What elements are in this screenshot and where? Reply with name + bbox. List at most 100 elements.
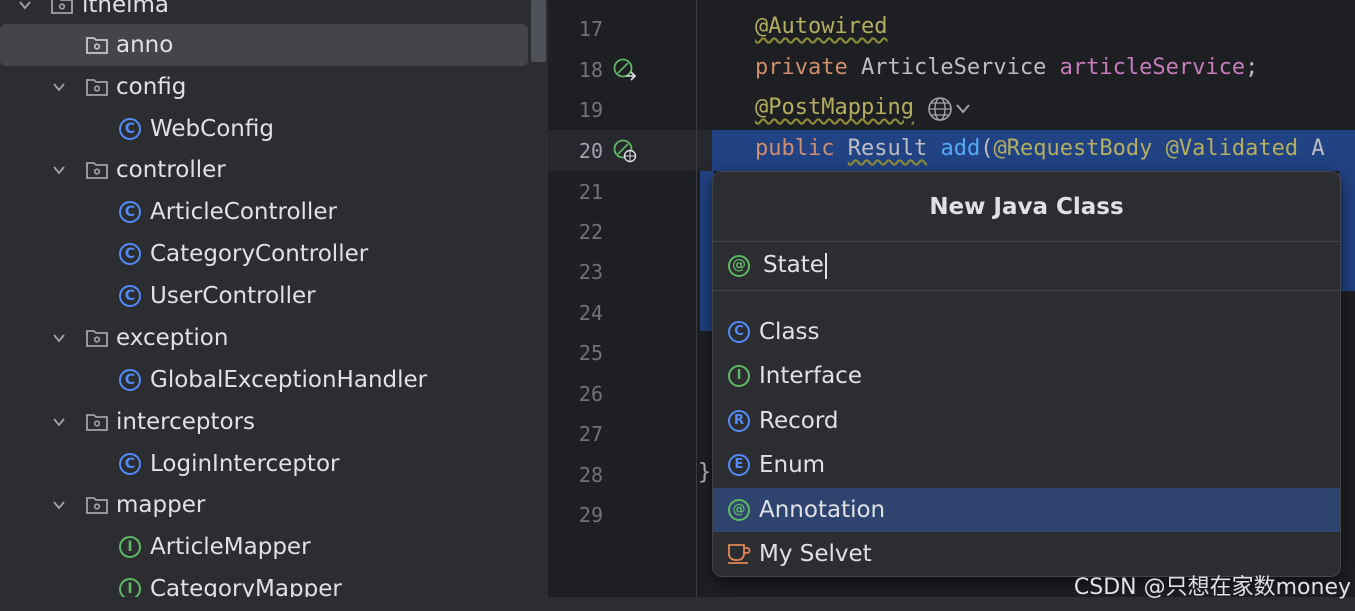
option-annotation[interactable]: @ Annotation <box>713 488 1340 532</box>
tree-item-categorycontroller[interactable]: C CategoryController <box>0 233 528 275</box>
endpoint-icon[interactable] <box>612 138 638 164</box>
dialog-title: New Java Class <box>929 194 1124 220</box>
class-icon: C <box>119 118 141 140</box>
chevron-down-icon[interactable] <box>18 0 32 12</box>
tree-item-label: config <box>116 74 187 100</box>
tree-item-label: ArticleMapper <box>150 534 311 560</box>
package-icon <box>85 410 109 434</box>
input-value: State <box>763 252 824 278</box>
tree-item-controller[interactable]: controller <box>0 149 528 191</box>
tree-item-label: mapper <box>116 492 206 518</box>
line-number-current: 20 <box>578 139 603 163</box>
code-token: public <box>755 136 835 161</box>
package-icon <box>85 493 109 517</box>
class-icon: C <box>119 201 141 223</box>
code-line-19[interactable]: @PostMapping <box>755 95 914 120</box>
tree-item-label: interceptors <box>116 409 256 435</box>
code-token: articleService <box>1059 55 1246 80</box>
tree-item-mapper[interactable]: mapper <box>0 484 528 526</box>
servlet-cup-icon <box>726 542 752 566</box>
option-record[interactable]: R Record <box>713 399 1340 443</box>
tree-item-label: exception <box>116 325 229 351</box>
text-caret <box>824 252 827 279</box>
option-label: Record <box>759 408 839 434</box>
tree-item-webconfig[interactable]: C WebConfig <box>0 108 528 150</box>
gutter-divider <box>696 0 697 611</box>
tree-item-itheima[interactable]: itheima <box>0 0 528 26</box>
text-selection <box>1339 171 1355 291</box>
option-label: My Selvet <box>759 541 872 567</box>
class-name-input[interactable]: State <box>763 252 827 279</box>
tree-item-label: anno <box>116 32 174 58</box>
record-icon: R <box>728 410 750 432</box>
package-icon <box>85 33 109 57</box>
line-number: 24 <box>578 301 603 325</box>
option-class[interactable]: C Class <box>713 310 1340 354</box>
line-number: 23 <box>578 260 603 284</box>
line-number: 21 <box>578 180 603 204</box>
code-token: @PostMapping <box>755 95 914 120</box>
tree-item-exception[interactable]: exception <box>0 317 528 359</box>
tree-item-config[interactable]: config <box>0 66 528 108</box>
class-icon: C <box>119 453 141 475</box>
chevron-down-icon[interactable] <box>52 331 66 345</box>
code-line-20[interactable]: public Result add(@RequestBody @Validate… <box>755 136 1325 161</box>
tree-item-globalexceptionhandler[interactable]: C GlobalExceptionHandler <box>0 359 528 401</box>
chevron-down-icon[interactable] <box>52 415 66 429</box>
line-number: 19 <box>578 98 603 122</box>
code-token: @Validated <box>1165 136 1299 161</box>
tree-item-label: LoginInterceptor <box>150 451 340 477</box>
option-label: Class <box>759 319 820 345</box>
new-java-class-dialog[interactable]: New Java Class @ State C Class I Interfa… <box>712 171 1341 577</box>
tree-item-articlecontroller[interactable]: C ArticleController <box>0 191 528 233</box>
enum-icon: E <box>728 454 750 476</box>
tree-item-usercontroller[interactable]: C UserController <box>0 275 528 317</box>
tree-item-logininterceptor[interactable]: C LoginInterceptor <box>0 443 528 485</box>
bean-navigation-icon[interactable] <box>612 57 638 83</box>
option-label: Enum <box>759 452 826 478</box>
chevron-down-icon[interactable] <box>52 80 66 94</box>
tree-item-label: ArticleController <box>150 199 337 225</box>
code-token: A <box>1298 136 1325 161</box>
line-number: 29 <box>578 503 603 527</box>
package-icon <box>85 158 109 182</box>
code-token: ArticleService <box>847 55 1060 80</box>
option-label: Interface <box>759 363 862 389</box>
interface-icon: I <box>728 365 750 387</box>
option-enum[interactable]: E Enum <box>713 443 1340 487</box>
code-token: ( <box>980 136 994 161</box>
option-interface[interactable]: I Interface <box>713 354 1340 398</box>
tree-item-anno[interactable]: anno <box>0 24 528 66</box>
code-token: ; <box>1245 55 1259 80</box>
line-number: 18 <box>578 58 603 82</box>
package-icon <box>50 0 74 17</box>
code-line-18[interactable]: private ArticleService articleService; <box>755 55 1258 80</box>
class-name-input-row[interactable]: @ State <box>713 242 1340 290</box>
globe-icon[interactable] <box>926 95 974 123</box>
class-icon: C <box>728 321 750 343</box>
tree-item-interceptors[interactable]: interceptors <box>0 401 528 443</box>
chevron-down-icon[interactable] <box>52 498 66 512</box>
tree-item-label: UserController <box>150 283 316 309</box>
code-token: Result <box>847 136 928 161</box>
code-line-17[interactable]: @Autowired <box>755 14 887 39</box>
project-tree[interactable]: itheima anno config C WebConfig controll… <box>0 0 548 611</box>
line-number: 17 <box>578 17 603 41</box>
code-token: } <box>698 460 712 485</box>
option-label: Annotation <box>759 497 886 523</box>
tree-item-label: controller <box>116 157 226 183</box>
tree-item-label: itheima <box>82 0 170 18</box>
package-icon <box>85 326 109 350</box>
code-token: @RequestBody <box>993 136 1153 161</box>
class-icon: C <box>119 369 141 391</box>
chevron-down-icon[interactable] <box>52 163 66 177</box>
code-line-28[interactable]: } <box>698 460 711 485</box>
line-number: 27 <box>578 422 603 446</box>
class-icon: C <box>119 285 141 307</box>
tree-item-articlemapper[interactable]: I ArticleMapper <box>0 526 528 568</box>
annotation-icon: @ <box>728 255 750 277</box>
code-token: private <box>755 55 848 80</box>
